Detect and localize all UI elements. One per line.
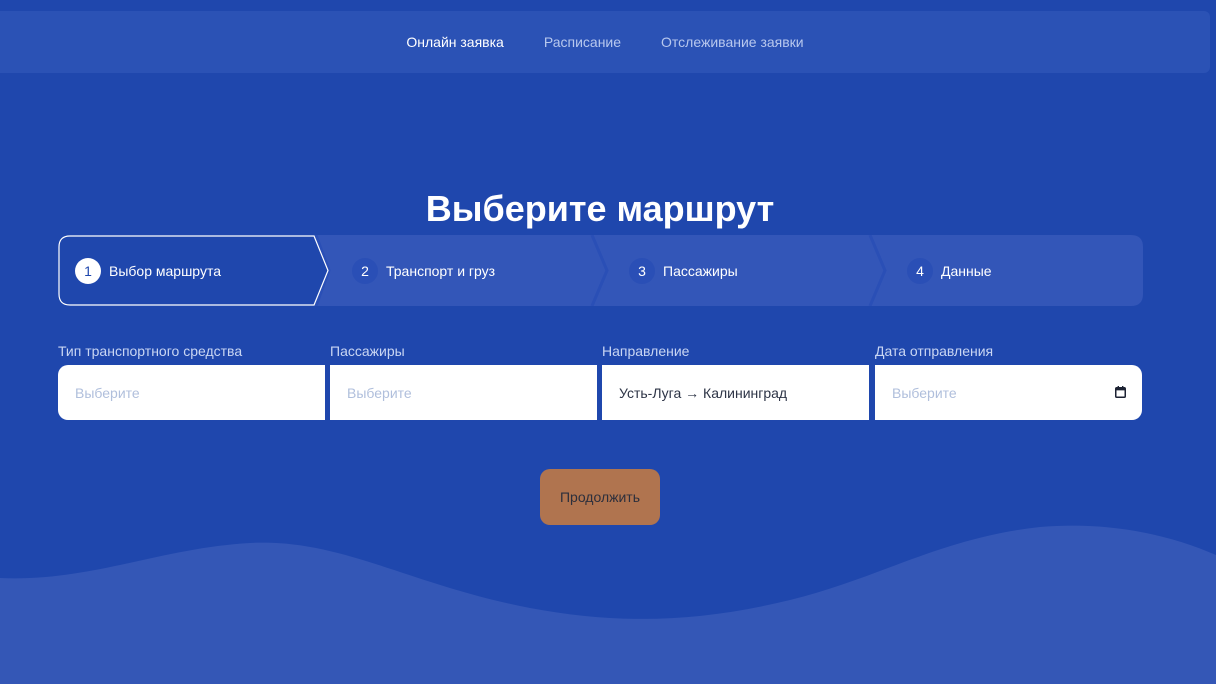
step-data[interactable]: 4 Данные bbox=[907, 235, 992, 306]
vehicle-type-label: Тип транспортного средства bbox=[58, 343, 243, 359]
passengers-label: Пассажиры bbox=[330, 343, 405, 359]
step-number: 2 bbox=[352, 257, 378, 284]
step-label: Данные bbox=[941, 262, 992, 279]
departure-date-picker[interactable] bbox=[875, 365, 1142, 420]
passengers-select[interactable] bbox=[330, 365, 597, 420]
vehicle-type-select[interactable] bbox=[58, 365, 325, 420]
direction-label: Направление bbox=[602, 343, 690, 359]
step-label: Выбор маршрута bbox=[109, 262, 221, 279]
background-wave bbox=[0, 525, 1216, 684]
top-navbar: Онлайн заявка Расписание Отслеживание за… bbox=[0, 11, 1210, 73]
step-number: 4 bbox=[907, 257, 933, 284]
nav-online-request[interactable]: Онлайн заявка bbox=[406, 34, 503, 50]
vehicle-type-input[interactable] bbox=[75, 384, 295, 401]
step-label: Пассажиры bbox=[663, 262, 738, 279]
step-passengers[interactable]: 3 Пассажиры bbox=[629, 235, 738, 306]
passengers-input[interactable] bbox=[347, 384, 567, 401]
departure-date-input[interactable] bbox=[892, 384, 1112, 401]
vehicle-type-field: Тип транспортного средства bbox=[58, 343, 325, 420]
calendar-icon[interactable] bbox=[1115, 386, 1126, 398]
departure-date-field: Дата отправления bbox=[875, 343, 1142, 420]
continue-button[interactable]: Продолжить bbox=[540, 469, 660, 525]
direction-value: Усть-Луга → Калининград bbox=[619, 384, 788, 401]
departure-date-label: Дата отправления bbox=[875, 343, 994, 359]
step-number: 1 bbox=[75, 257, 101, 284]
direction-field: Направление Усть-Луга → Калининград bbox=[602, 343, 869, 420]
page-title: Выберите маршрут bbox=[425, 188, 775, 230]
nav-schedule[interactable]: Расписание bbox=[544, 34, 621, 50]
passengers-field: Пассажиры bbox=[330, 343, 597, 420]
page: Онлайн заявка Расписание Отслеживание за… bbox=[0, 0, 1216, 684]
nav-request-tracking[interactable]: Отслеживание заявки bbox=[661, 34, 804, 50]
step-number: 3 bbox=[629, 257, 655, 284]
step-label: Транспорт и груз bbox=[386, 262, 496, 279]
stepper: 1 Выбор маршрута 2 Транспорт и груз 3 Па… bbox=[58, 235, 1143, 306]
direction-select[interactable]: Усть-Луга → Калининград bbox=[602, 365, 869, 420]
step-route-selection[interactable]: 1 Выбор маршрута bbox=[75, 235, 221, 306]
step-transport-cargo[interactable]: 2 Транспорт и груз bbox=[352, 235, 495, 306]
